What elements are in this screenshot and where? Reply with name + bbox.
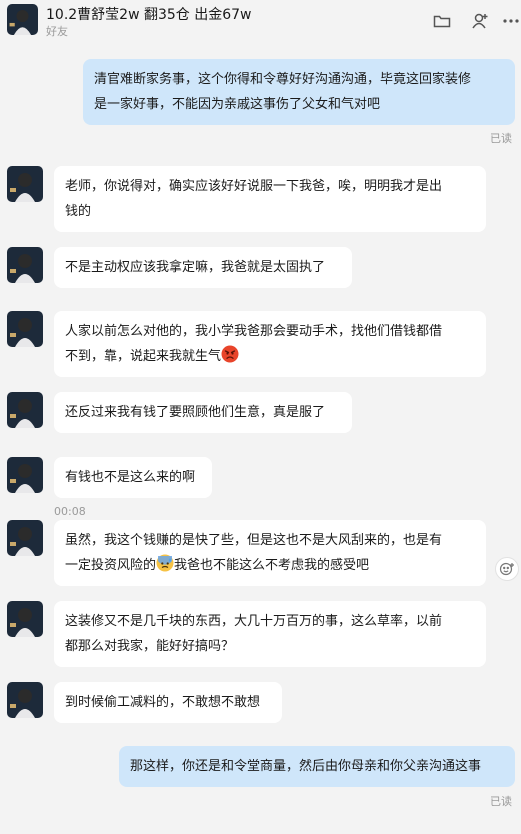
contact-relation: 好友 <box>46 25 68 38</box>
angry-face-icon <box>221 345 239 363</box>
sender-avatar[interactable] <box>7 682 43 718</box>
folder-icon[interactable] <box>432 11 452 31</box>
add-reaction-button[interactable] <box>495 557 519 581</box>
outgoing-message-bubble[interactable]: 那这样，你还是和令堂商量，然后由你母亲和你父亲沟通这事 <box>119 746 515 787</box>
incoming-message-bubble[interactable]: 这装修又不是几千块的东西，大几十万百万的事，这么草率，以前 都那么对我家，能好好… <box>54 601 486 667</box>
incoming-message-bubble[interactable]: 虽然，我这个钱赚的是快了些，但是这也不是大风刮来的，也是有 一定投资风险的 我爸也… <box>54 520 486 586</box>
sender-avatar[interactable] <box>7 520 43 556</box>
incoming-message-bubble[interactable]: 到时候偷工减料的，不敢想不敢想 <box>54 682 282 723</box>
incoming-message-bubble[interactable]: 不是主动权应该我拿定嘛，我爸就是太固执了 <box>54 247 352 288</box>
chat-header: 10.2曹舒莹2w 翻35仓 出金67w 好友 <box>0 0 521 42</box>
message-text: 我爸也不能这么不考虑我的感受吧 <box>174 558 370 573</box>
read-status: 已读 <box>490 132 512 145</box>
contact-avatar[interactable] <box>7 4 38 35</box>
contact-name[interactable]: 10.2曹舒莹2w 翻35仓 出金67w <box>46 4 252 24</box>
incoming-message-bubble[interactable]: 老师，你说得对，确实应该好好说服一下我爸，唉，明明我才是出 钱的 <box>54 166 486 232</box>
incoming-message-bubble[interactable]: 还反过来我有钱了要照顾他们生意，真是服了 <box>54 392 352 433</box>
add-user-icon[interactable] <box>470 11 490 31</box>
cold-sweat-face-icon <box>156 554 174 572</box>
outgoing-message-bubble[interactable]: 清官难断家务事，这个你得和令尊好好沟通沟通，毕竟这回家装修 是一家好事，不能因为… <box>83 59 515 125</box>
sender-avatar[interactable] <box>7 392 43 428</box>
read-status: 已读 <box>490 795 512 808</box>
sender-avatar[interactable] <box>7 601 43 637</box>
sender-avatar[interactable] <box>7 166 43 202</box>
incoming-message-bubble[interactable]: 有钱也不是这么来的啊 <box>54 457 212 498</box>
incoming-message-bubble[interactable]: 人家以前怎么对他的，我小学我爸那会要动手术，找他们借钱都借 不到，靠，说起来我就… <box>54 311 486 377</box>
sender-avatar[interactable] <box>7 247 43 283</box>
more-icon[interactable] <box>501 11 521 31</box>
message-timestamp: 00:08 <box>54 505 86 518</box>
sender-avatar[interactable] <box>7 311 43 347</box>
sender-avatar[interactable] <box>7 457 43 493</box>
message-text: 人家以前怎么对他的，我小学我爸那会要动手术，找他们借钱都借 不到，靠，说起来我就… <box>65 324 443 364</box>
